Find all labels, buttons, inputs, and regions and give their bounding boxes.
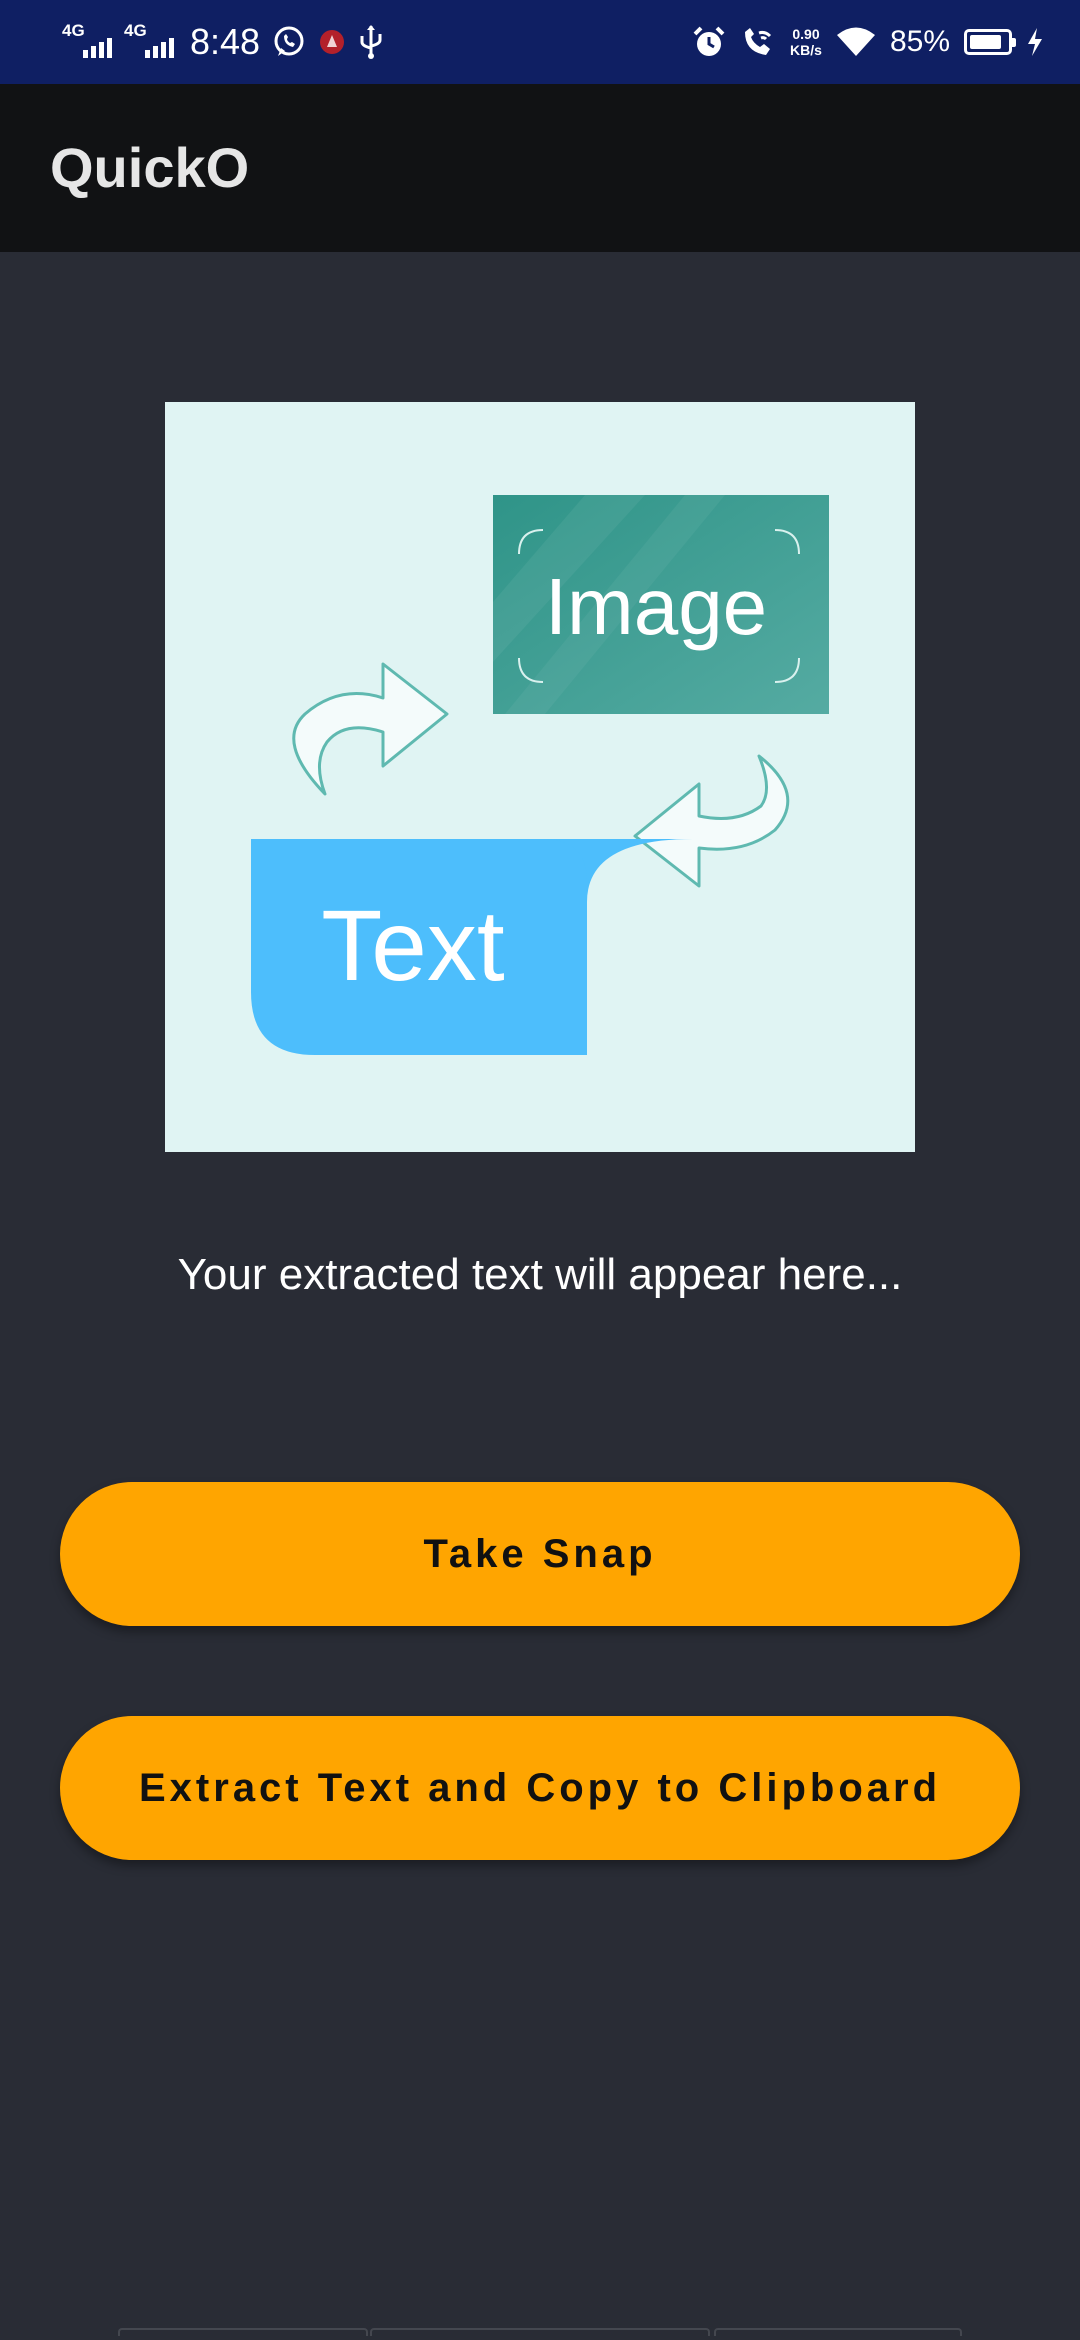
battery-percent: 85%: [889, 25, 950, 58]
network-type-2: 4G: [124, 21, 147, 40]
extracted-text: Your extracted text will appear here...: [177, 1250, 903, 1299]
nav-hint-left: [118, 2328, 368, 2336]
nav-hint-right: [714, 2328, 962, 2336]
network-type-1: 4G: [62, 21, 85, 40]
signal-2-icon: 4G: [124, 22, 174, 62]
signal-1-icon: 4G: [62, 22, 112, 62]
network-speed: 0.90 KB/s: [790, 26, 822, 58]
image-card: Image: [493, 495, 829, 714]
status-right: 0.90 KB/s 85%: [692, 14, 1044, 70]
arrow-right-icon: [292, 662, 449, 796]
wifi-calling-icon: [745, 28, 772, 55]
status-left: 4G 4G 8:48: [62, 14, 384, 70]
nav-hint-center: [370, 2328, 710, 2336]
charging-icon: [1028, 28, 1042, 56]
text-bubble: Text: [251, 839, 693, 1055]
battery-fill: [970, 35, 1001, 49]
speed-value: 0.90: [792, 26, 820, 42]
usb-icon: [360, 25, 382, 59]
wifi-icon: [836, 27, 875, 56]
status-bar: 4G 4G 8:48 0.90 KB/s 85%: [0, 0, 1080, 84]
app-title: QuickO: [50, 136, 250, 199]
extract-copy-button[interactable]: Extract Text and Copy to Clipboard: [60, 1716, 1020, 1860]
arrow-left-icon: [633, 754, 790, 888]
image-card-label: Image: [545, 562, 767, 651]
illustration-image: Image Text: [165, 402, 915, 1152]
clock: 8:48: [190, 21, 261, 62]
text-bubble-label: Text: [321, 890, 505, 1002]
take-snap-button[interactable]: Take Snap: [60, 1482, 1020, 1626]
notification-icon: [320, 30, 345, 54]
battery-icon: [964, 29, 1016, 55]
alarm-icon: [693, 26, 725, 56]
speed-unit: KB/s: [790, 42, 822, 58]
app-bar: QuickO: [0, 84, 1080, 252]
whatsapp-icon: [274, 26, 304, 56]
